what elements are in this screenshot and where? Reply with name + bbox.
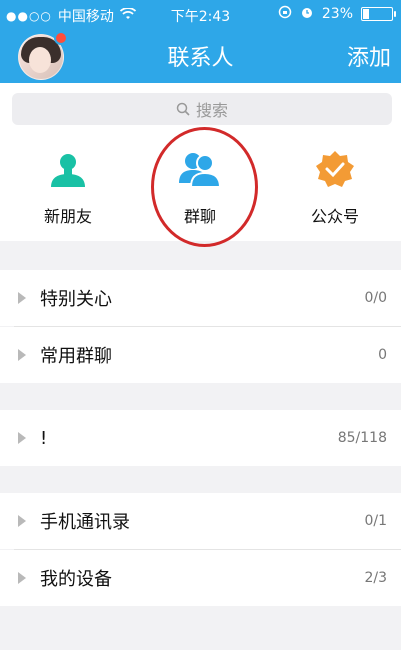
group-row-special-care[interactable]: 特别关心 0/0 <box>0 270 401 326</box>
rotation-lock-icon <box>278 5 292 23</box>
search-section: 搜索 <box>0 83 401 131</box>
group-count: 0/1 <box>364 513 387 529</box>
quick-actions: 新朋友 群聊 公众号 <box>0 131 401 241</box>
page-title: 联系人 <box>167 46 234 71</box>
group-name: 手机通讯录 <box>40 512 130 533</box>
status-bar: ●●○○ 中国移动 下午2:43 23% <box>0 0 401 28</box>
new-friend-icon <box>45 147 91 193</box>
battery-icon <box>361 7 396 21</box>
group-row-phone-contacts[interactable]: 手机通讯录 0/1 <box>0 493 401 549</box>
group-row-frequent-groups[interactable]: 常用群聊 0 <box>0 327 401 383</box>
group-row-my-devices[interactable]: 我的设备 2/3 <box>0 550 401 606</box>
search-icon <box>176 102 190 116</box>
quick-action-label: 新朋友 <box>43 207 92 226</box>
alarm-icon <box>300 5 314 23</box>
group-name: 我的设备 <box>40 569 112 590</box>
battery-percent: 23% <box>321 6 353 22</box>
search-input[interactable]: 搜索 <box>12 93 392 125</box>
group-name: 常用群聊 <box>40 346 112 367</box>
expand-arrow-icon <box>18 292 26 304</box>
search-placeholder: 搜索 <box>195 101 228 120</box>
quick-action-label: 群聊 <box>183 207 216 226</box>
expand-arrow-icon <box>18 572 26 584</box>
group-count: 2/3 <box>364 570 387 586</box>
quick-action-label: 公众号 <box>310 207 359 226</box>
verified-badge-icon <box>312 147 358 193</box>
official-accounts-button[interactable]: 公众号 <box>285 147 385 227</box>
new-friends-button[interactable]: 新朋友 <box>18 147 118 227</box>
group-name: ! <box>40 427 48 449</box>
expand-arrow-icon <box>18 349 26 361</box>
expand-arrow-icon <box>18 515 26 527</box>
expand-arrow-icon <box>18 432 26 444</box>
group-chats-button[interactable]: 群聊 <box>150 147 250 227</box>
navigation-bar: 联系人 添加 <box>0 28 401 83</box>
group-count: 0/0 <box>364 290 387 306</box>
group-row-exclamation[interactable]: ! 85/118 <box>0 410 401 466</box>
group-name: 特别关心 <box>40 289 112 310</box>
add-button[interactable]: 添加 <box>347 40 391 72</box>
group-count: 85/118 <box>337 430 387 446</box>
group-chat-icon <box>177 147 223 193</box>
group-count: 0 <box>378 347 387 363</box>
